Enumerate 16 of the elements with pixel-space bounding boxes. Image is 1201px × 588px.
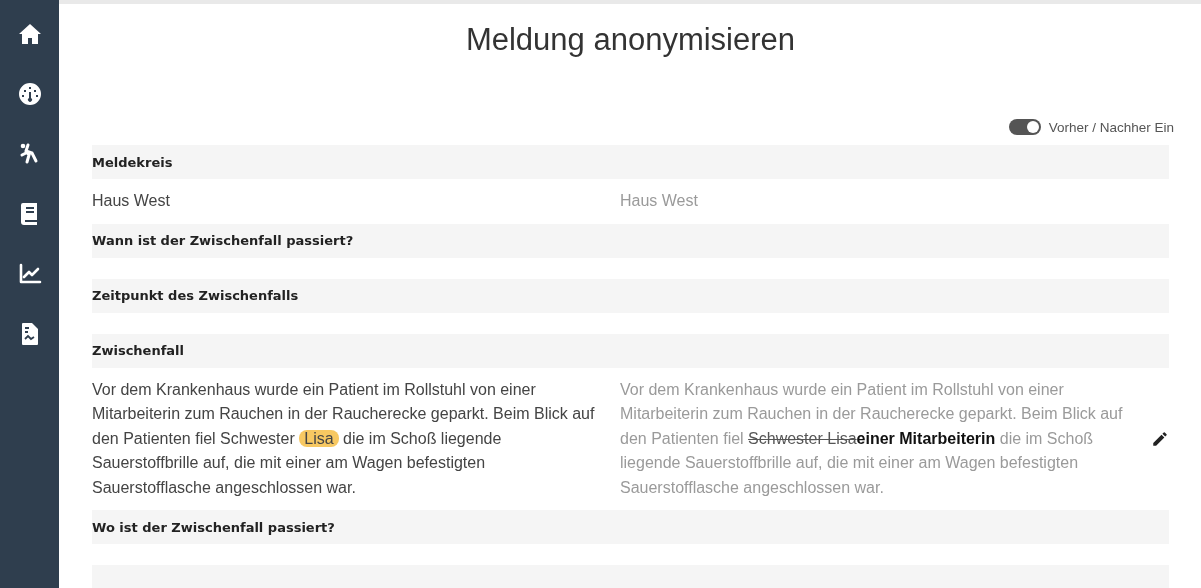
page-title: Meldung anonymisieren: [464, 22, 797, 59]
toggle-label: Vorher / Nachher Ein: [1048, 119, 1174, 135]
toggle-switch[interactable]: [1008, 119, 1041, 135]
anonymized-text: Vor dem Krankenhaus wurde ein Patient im Rollstuhl von einer Mitarbeiterin zum Rauchen in der Raucherecke geparkt. Beim Blick auf den Patienten fiel Schwester Lisaeiner Mitarbeiterin die im Schoß liegende Sauerstoffbrille auf, die mit einer am Wagen befestigten Sauerstofflasche angeschlossen war.: [620, 379, 1124, 498]
anonymized-text: Haus West: [620, 191, 699, 211]
pencil-icon[interactable]: [1151, 429, 1169, 448]
section-title: Meldekreis: [92, 154, 173, 170]
original-text: Haus West: [92, 191, 171, 211]
section-title: Wo ist der Zwischenfall passiert?: [92, 519, 335, 535]
line-chart-icon[interactable]: [17, 262, 42, 286]
section-title: Zeitpunkt des Zwischenfalls: [92, 288, 299, 303]
gauge-icon[interactable]: [17, 82, 42, 106]
original-text: Vor dem Krankenhaus wurde ein Patient im Rollstuhl von einer Mitarbeiterin zum Rauchen in der Raucherecke geparkt. Beim Blick auf den Patienten fiel Schwester Lisa die im Schoß liegende Sauerstoffbrille auf, die mit einer am Wagen befestigten Sauerstofflasche angeschlossen war.: [92, 379, 596, 498]
section-title: Wann ist der Zwischenfall passiert?: [92, 233, 354, 248]
section-title: Zwischenfall: [92, 343, 184, 358]
home-icon[interactable]: [17, 22, 42, 46]
